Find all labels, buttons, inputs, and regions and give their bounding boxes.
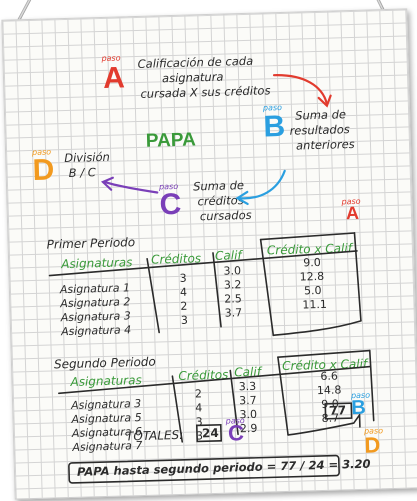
result-letter: D: [364, 432, 381, 458]
graph-paper-note: paso A Calificación de cada asignatura c…: [1, 8, 417, 500]
totals-label: TOTALES:: [125, 427, 184, 444]
totals-sum: 77: [329, 403, 347, 418]
totals-credits-letter: C: [227, 420, 245, 446]
totals-sum-letter: B: [351, 396, 367, 420]
totals-credits: 24: [201, 425, 219, 441]
stage: paso A Calificación de cada asignatura c…: [0, 0, 417, 501]
